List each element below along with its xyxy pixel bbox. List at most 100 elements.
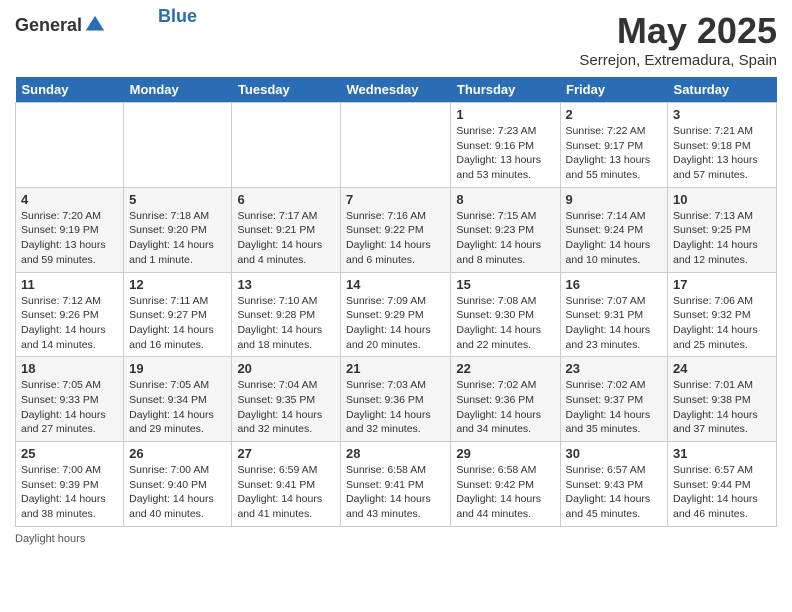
day-info: Sunrise: 6:59 AMSunset: 9:41 PMDaylight:…: [237, 463, 335, 522]
day-header-sunday: Sunday: [16, 77, 124, 103]
day-info: Sunrise: 7:02 AMSunset: 9:36 PMDaylight:…: [456, 378, 554, 437]
week-row-1: 1 Sunrise: 7:23 AMSunset: 9:16 PMDaylight…: [16, 103, 777, 188]
calendar-cell: 22 Sunrise: 7:02 AMSunset: 9:36 PMDayligh…: [451, 357, 560, 442]
day-info: Sunrise: 7:05 AMSunset: 9:34 PMDaylight:…: [129, 378, 226, 437]
day-info: Sunrise: 7:06 AMSunset: 9:32 PMDaylight:…: [673, 294, 771, 353]
calendar-cell: [16, 103, 124, 188]
day-number: 13: [237, 277, 335, 292]
day-info: Sunrise: 6:58 AMSunset: 9:41 PMDaylight:…: [346, 463, 445, 522]
day-info: Sunrise: 7:10 AMSunset: 9:28 PMDaylight:…: [237, 294, 335, 353]
day-number: 17: [673, 277, 771, 292]
calendar-cell: 23Sunrise: 7:02 AMSunset: 9:37 PMDayligh…: [560, 357, 667, 442]
day-number: 8: [456, 192, 554, 207]
day-number: 10: [673, 192, 771, 207]
calendar-cell: 4 Sunrise: 7:20 AMSunset: 9:19 PMDaylight…: [16, 187, 124, 272]
day-number: 16: [566, 277, 662, 292]
day-info: Sunrise: 7:14 AMSunset: 9:24 PMDaylight:…: [566, 209, 662, 268]
calendar-cell: 14 Sunrise: 7:09 AMSunset: 9:29 PMDayligh…: [341, 272, 451, 357]
day-info: Sunrise: 7:04 AMSunset: 9:35 PMDaylight:…: [237, 378, 335, 437]
day-number: 18: [21, 361, 118, 376]
calendar-cell: 17 Sunrise: 7:06 AMSunset: 9:32 PMDayligh…: [668, 272, 777, 357]
day-info: Sunrise: 7:00 AMSunset: 9:40 PMDaylight:…: [129, 463, 226, 522]
logo-icon: [84, 14, 106, 36]
day-number: 1: [456, 107, 554, 122]
day-header-friday: Friday: [560, 77, 667, 103]
calendar-cell: 2 Sunrise: 7:22 AMSunset: 9:17 PMDaylight…: [560, 103, 667, 188]
day-info: Sunrise: 7:11 AMSunset: 9:27 PMDaylight:…: [129, 294, 226, 353]
calendar-cell: 25 Sunrise: 7:00 AMSunset: 9:39 PMDayligh…: [16, 442, 124, 527]
calendar-header-row: SundayMondayTuesdayWednesdayThursdayFrid…: [16, 77, 777, 103]
calendar-cell: 24 Sunrise: 7:01 AMSunset: 9:38 PMDayligh…: [668, 357, 777, 442]
day-number: 2: [566, 107, 662, 122]
day-number: 20: [237, 361, 335, 376]
day-number: 7: [346, 192, 445, 207]
calendar-cell: 1 Sunrise: 7:23 AMSunset: 9:16 PMDaylight…: [451, 103, 560, 188]
day-number: 23: [566, 361, 662, 376]
day-info: Sunrise: 7:16 AMSunset: 9:22 PMDaylight:…: [346, 209, 445, 268]
week-row-3: 11Sunrise: 7:12 AMSunset: 9:26 PMDayligh…: [16, 272, 777, 357]
day-number: 12: [129, 277, 226, 292]
day-info: Sunrise: 7:05 AMSunset: 9:33 PMDaylight:…: [21, 378, 118, 437]
day-number: 30: [566, 446, 662, 461]
calendar-cell: 15 Sunrise: 7:08 AMSunset: 9:30 PMDayligh…: [451, 272, 560, 357]
day-info: Sunrise: 7:21 AMSunset: 9:18 PMDaylight:…: [673, 124, 771, 183]
day-number: 15: [456, 277, 554, 292]
day-info: Sunrise: 7:00 AMSunset: 9:39 PMDaylight:…: [21, 463, 118, 522]
week-row-2: 4 Sunrise: 7:20 AMSunset: 9:19 PMDaylight…: [16, 187, 777, 272]
day-header-thursday: Thursday: [451, 77, 560, 103]
calendar-cell: 19 Sunrise: 7:05 AMSunset: 9:34 PMDayligh…: [124, 357, 232, 442]
day-number: 14: [346, 277, 445, 292]
month-title: May 2025: [579, 10, 777, 52]
calendar-cell: 16Sunrise: 7:07 AMSunset: 9:31 PMDayligh…: [560, 272, 667, 357]
calendar-cell: [232, 103, 341, 188]
day-number: 31: [673, 446, 771, 461]
day-number: 9: [566, 192, 662, 207]
calendar-cell: [341, 103, 451, 188]
calendar-cell: 21 Sunrise: 7:03 AMSunset: 9:36 PMDayligh…: [341, 357, 451, 442]
day-info: Sunrise: 7:23 AMSunset: 9:16 PMDaylight:…: [456, 124, 554, 183]
logo-blue-text: Blue: [158, 6, 197, 27]
day-info: Sunrise: 7:13 AMSunset: 9:25 PMDaylight:…: [673, 209, 771, 268]
location-title: Serrejon, Extremadura, Spain: [579, 52, 777, 69]
day-number: 25: [21, 446, 118, 461]
day-info: Sunrise: 7:08 AMSunset: 9:30 PMDaylight:…: [456, 294, 554, 353]
day-info: Sunrise: 7:09 AMSunset: 9:29 PMDaylight:…: [346, 294, 445, 353]
calendar-cell: 11Sunrise: 7:12 AMSunset: 9:26 PMDayligh…: [16, 272, 124, 357]
calendar-table: SundayMondayTuesdayWednesdayThursdayFrid…: [15, 77, 777, 527]
day-number: 22: [456, 361, 554, 376]
calendar-cell: 29Sunrise: 6:58 AMSunset: 9:42 PMDayligh…: [451, 442, 560, 527]
calendar-cell: 8 Sunrise: 7:15 AMSunset: 9:23 PMDaylight…: [451, 187, 560, 272]
day-number: 4: [21, 192, 118, 207]
header: General Blue May 2025 Serrejon, Extremad…: [15, 10, 777, 69]
calendar-cell: 26 Sunrise: 7:00 AMSunset: 9:40 PMDayligh…: [124, 442, 232, 527]
calendar-cell: 12 Sunrise: 7:11 AMSunset: 9:27 PMDayligh…: [124, 272, 232, 357]
day-info: Sunrise: 6:58 AMSunset: 9:42 PMDaylight:…: [456, 463, 554, 522]
day-info: Sunrise: 7:15 AMSunset: 9:23 PMDaylight:…: [456, 209, 554, 268]
day-number: 27: [237, 446, 335, 461]
day-number: 24: [673, 361, 771, 376]
daylight-label: Daylight hours: [15, 533, 85, 545]
day-info: Sunrise: 7:12 AMSunset: 9:26 PMDaylight:…: [21, 294, 118, 353]
calendar-cell: 6Sunrise: 7:17 AMSunset: 9:21 PMDaylight…: [232, 187, 341, 272]
logo-general-text: General: [15, 15, 82, 36]
calendar-cell: 7 Sunrise: 7:16 AMSunset: 9:22 PMDaylight…: [341, 187, 451, 272]
day-info: Sunrise: 7:22 AMSunset: 9:17 PMDaylight:…: [566, 124, 662, 183]
logo: General Blue: [15, 14, 197, 36]
day-number: 3: [673, 107, 771, 122]
day-header-tuesday: Tuesday: [232, 77, 341, 103]
day-number: 26: [129, 446, 226, 461]
day-info: Sunrise: 7:18 AMSunset: 9:20 PMDaylight:…: [129, 209, 226, 268]
calendar-cell: 10 Sunrise: 7:13 AMSunset: 9:25 PMDayligh…: [668, 187, 777, 272]
day-info: Sunrise: 7:01 AMSunset: 9:38 PMDaylight:…: [673, 378, 771, 437]
day-number: 19: [129, 361, 226, 376]
week-row-4: 18 Sunrise: 7:05 AMSunset: 9:33 PMDayligh…: [16, 357, 777, 442]
day-info: Sunrise: 7:03 AMSunset: 9:36 PMDaylight:…: [346, 378, 445, 437]
day-info: Sunrise: 7:20 AMSunset: 9:19 PMDaylight:…: [21, 209, 118, 268]
calendar-cell: 9 Sunrise: 7:14 AMSunset: 9:24 PMDaylight…: [560, 187, 667, 272]
calendar-cell: 18 Sunrise: 7:05 AMSunset: 9:33 PMDayligh…: [16, 357, 124, 442]
calendar-cell: 13 Sunrise: 7:10 AMSunset: 9:28 PMDayligh…: [232, 272, 341, 357]
day-number: 21: [346, 361, 445, 376]
footer: Daylight hours: [15, 533, 777, 545]
day-number: 5: [129, 192, 226, 207]
calendar-cell: 27 Sunrise: 6:59 AMSunset: 9:41 PMDayligh…: [232, 442, 341, 527]
